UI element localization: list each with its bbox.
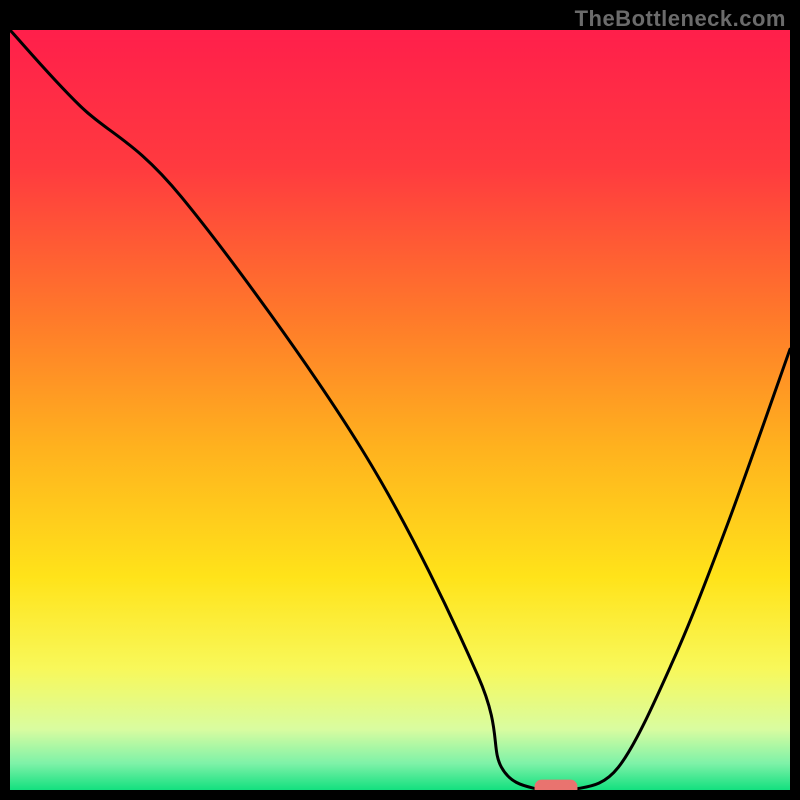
optimal-marker <box>535 780 578 790</box>
chart-frame <box>10 30 790 790</box>
bottleneck-chart <box>10 30 790 790</box>
watermark-text: TheBottleneck.com <box>575 6 786 32</box>
